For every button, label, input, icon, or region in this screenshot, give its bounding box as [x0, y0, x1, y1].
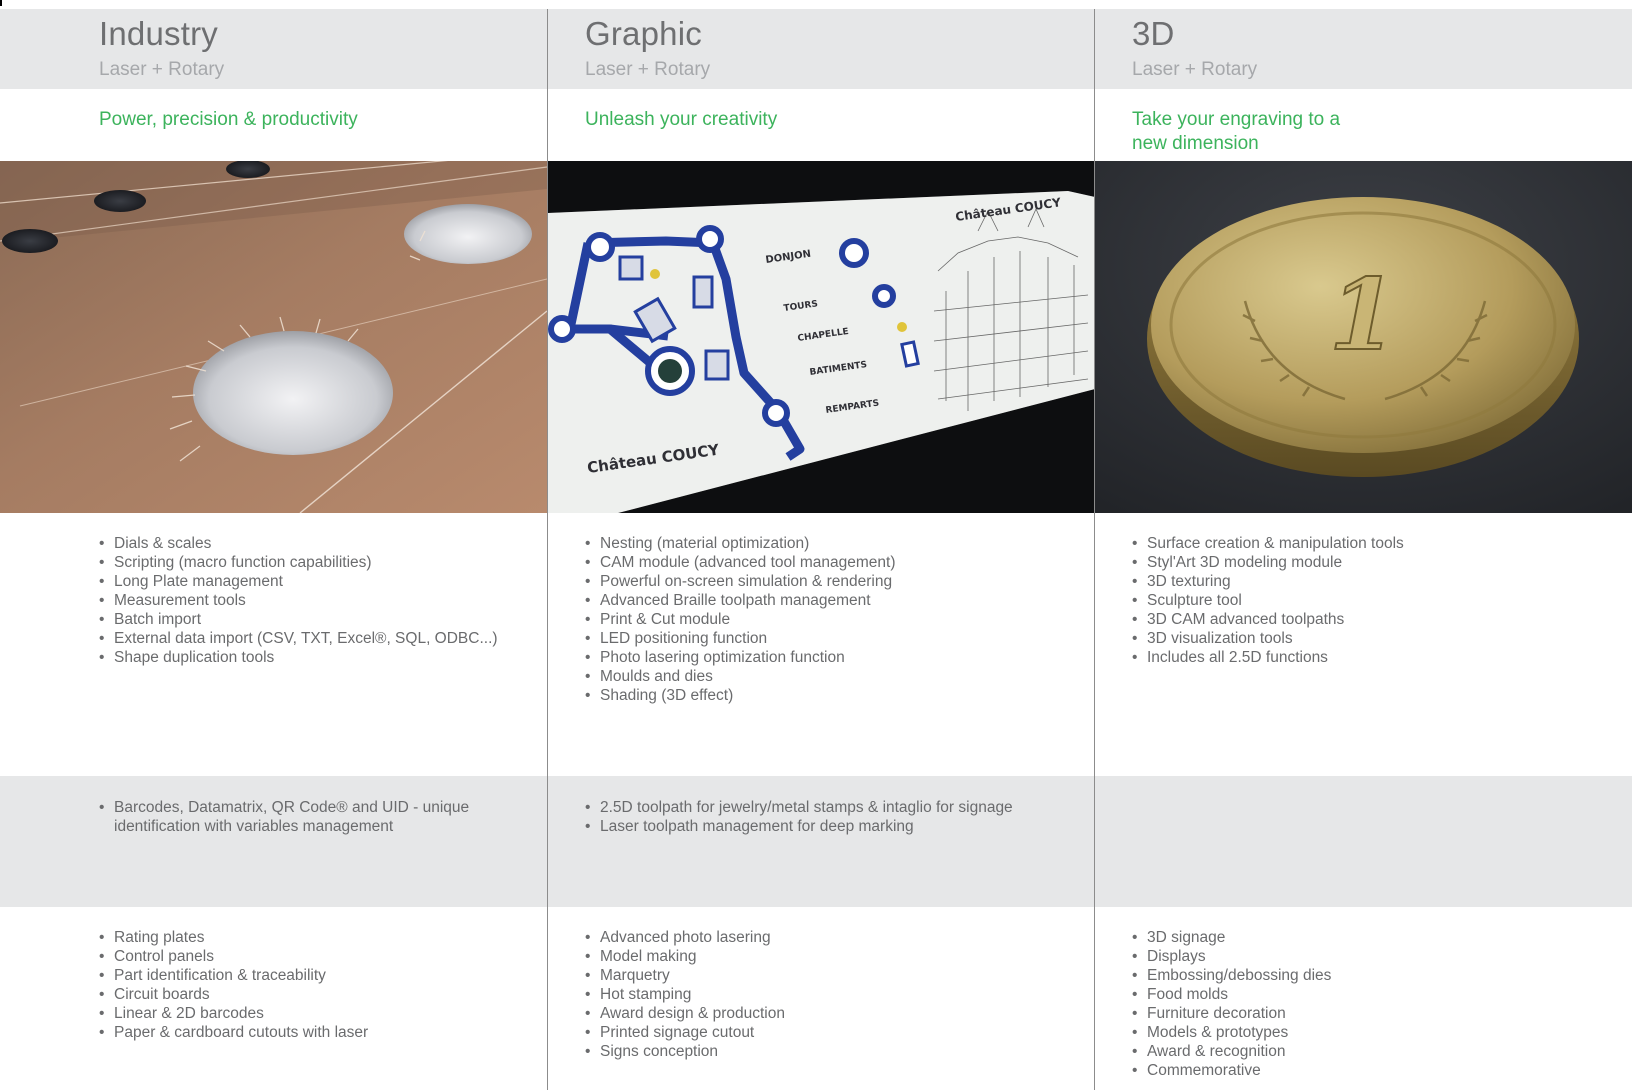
list-item: Barcodes, Datamatrix, QR Code® and UID -… — [99, 798, 529, 836]
list-item: Nesting (material optimization) — [585, 534, 896, 553]
column-industry: Industry Laser + Rotary Power, precision… — [0, 9, 547, 1090]
list-item: Shape duplication tools — [99, 648, 498, 667]
list-item: External data import (CSV, TXT, Excel®, … — [99, 629, 498, 648]
marking-list: Barcodes, Datamatrix, QR Code® and UID -… — [99, 798, 529, 836]
column-title: Industry — [99, 15, 218, 52]
coin-numeral: 1 — [1329, 258, 1397, 373]
column-subtitle: Laser + Rotary — [585, 59, 711, 80]
list-item: Print & Cut module — [585, 610, 896, 629]
list-item: 3D CAM advanced toolpaths — [1132, 610, 1404, 629]
list-item: Powerful on-screen simulation & renderin… — [585, 572, 896, 591]
list-item: Laser toolpath management for deep marki… — [585, 817, 1055, 836]
features-list: Nesting (material optimization) CAM modu… — [585, 534, 896, 705]
list-item: Furniture decoration — [1132, 1004, 1331, 1023]
column-title: Graphic — [585, 15, 702, 52]
list-item: Signs conception — [585, 1042, 785, 1061]
list-item: 3D signage — [1132, 928, 1331, 947]
list-item: Award design & production — [585, 1004, 785, 1023]
column-subtitle: Laser + Rotary — [1132, 59, 1258, 80]
list-item: Models & prototypes — [1132, 1023, 1331, 1042]
list-item: 3D texturing — [1132, 572, 1404, 591]
marking-list: 2.5D toolpath for jewelry/metal stamps &… — [585, 798, 1055, 836]
list-item: 2.5D toolpath for jewelry/metal stamps &… — [585, 798, 1055, 817]
page-corner-mark — [0, 0, 2, 6]
list-item: Measurement tools — [99, 591, 498, 610]
chateau-coucy-signage-plate-photo: DONJON TOURS CHAPELLE BATIMENTS REMPARTS… — [548, 161, 1095, 513]
list-item: Advanced Braille toolpath management — [585, 591, 896, 610]
column-title: 3D — [1132, 15, 1175, 52]
list-item: Scripting (macro function capabilities) — [99, 553, 498, 572]
list-item: 3D visualization tools — [1132, 629, 1404, 648]
engraved-gold-coin-photo: 1 — [1095, 161, 1632, 513]
list-item: Sculpture tool — [1132, 591, 1404, 610]
list-item: Paper & cardboard cutouts with laser — [99, 1023, 368, 1042]
list-item: Moulds and dies — [585, 667, 896, 686]
list-item: Linear & 2D barcodes — [99, 1004, 368, 1023]
list-item: Food molds — [1132, 985, 1331, 1004]
list-item: Circuit boards — [99, 985, 368, 1004]
column-subtitle: Laser + Rotary — [99, 59, 225, 80]
list-item: Part identification & traceability — [99, 966, 368, 985]
applications-list: Rating plates Control panels Part identi… — [99, 928, 368, 1042]
list-item: Batch import — [99, 610, 498, 629]
list-item: Long Plate management — [99, 572, 498, 591]
list-item: Surface creation & manipulation tools — [1132, 534, 1404, 553]
list-item: Includes all 2.5D functions — [1132, 648, 1404, 667]
list-item: Styl'Art 3D modeling module — [1132, 553, 1404, 572]
list-item: Control panels — [99, 947, 368, 966]
engraved-dial-panel-photo — [0, 161, 547, 513]
list-item: CAM module (advanced tool management) — [585, 553, 896, 572]
list-item: Marquetry — [585, 966, 785, 985]
comparison-grid: Industry Laser + Rotary Power, precision… — [0, 9, 1632, 1090]
list-item: Displays — [1132, 947, 1331, 966]
list-item: Photo lasering optimization function — [585, 648, 896, 667]
list-item: Commemorative — [1132, 1061, 1331, 1080]
column-graphic: Graphic Laser + Rotary Unleash your crea… — [548, 9, 1095, 1090]
list-item: Embossing/debossing dies — [1132, 966, 1331, 985]
applications-list: 3D signage Displays Embossing/debossing … — [1132, 928, 1331, 1080]
list-item: LED positioning function — [585, 629, 896, 648]
list-item: Dials & scales — [99, 534, 498, 553]
features-list: Dials & scales Scripting (macro function… — [99, 534, 498, 667]
column-3d: 3D Laser + Rotary Take your engraving to… — [1095, 9, 1632, 1090]
list-item: Rating plates — [99, 928, 368, 947]
list-item: Shading (3D effect) — [585, 686, 896, 705]
features-list: Surface creation & manipulation tools St… — [1132, 534, 1404, 667]
column-tagline: Unleash your creativity — [585, 109, 778, 130]
list-item: Hot stamping — [585, 985, 785, 1004]
list-item: Advanced photo lasering — [585, 928, 785, 947]
applications-list: Advanced photo lasering Model making Mar… — [585, 928, 785, 1061]
list-item: Award & recognition — [1132, 1042, 1331, 1061]
column-tagline: Power, precision & productivity — [99, 109, 358, 130]
column-tagline: Take your engraving to a new dimension — [1132, 109, 1341, 154]
list-item: Printed signage cutout — [585, 1023, 785, 1042]
list-item: Model making — [585, 947, 785, 966]
